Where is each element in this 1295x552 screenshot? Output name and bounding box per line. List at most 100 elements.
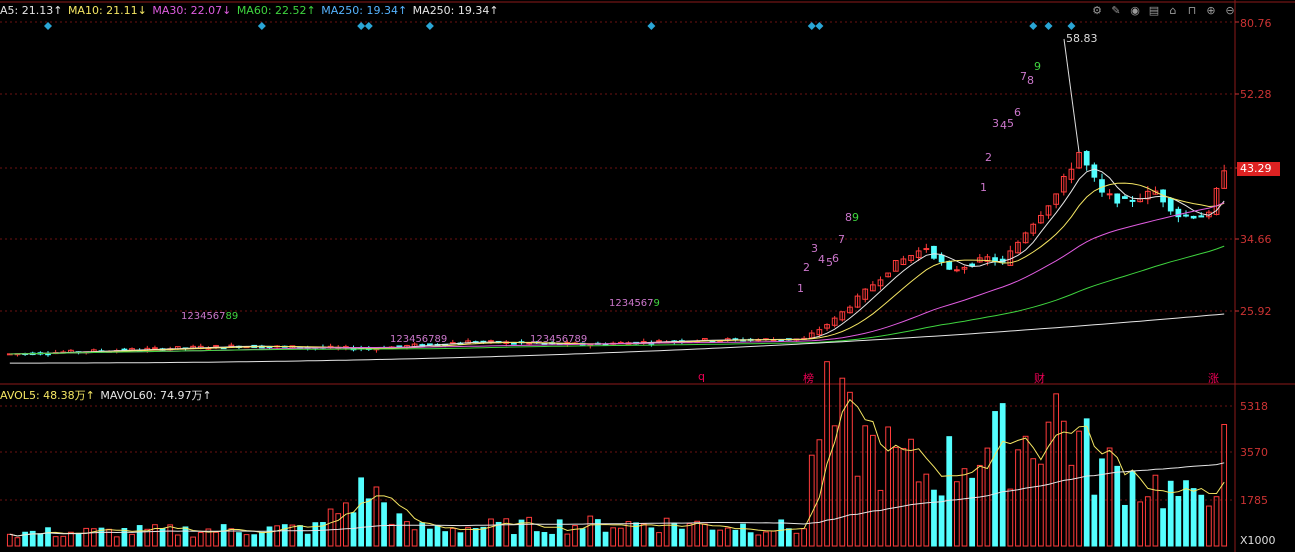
volume-bar xyxy=(1129,470,1136,547)
volume-bar xyxy=(587,515,594,547)
volume-bar xyxy=(449,527,456,547)
minus-icon[interactable]: ⊖ xyxy=(1223,4,1237,18)
volume-bar xyxy=(136,525,143,547)
volume-bar xyxy=(396,513,403,547)
candle-body xyxy=(1175,208,1182,218)
pen-icon[interactable]: ✎ xyxy=(1109,4,1123,18)
td-up2-7: 7 xyxy=(1020,70,1027,83)
volume-bar xyxy=(358,477,365,547)
signal-diamond xyxy=(1029,22,1038,30)
volume-bar xyxy=(83,527,90,547)
volume-bar xyxy=(327,508,334,547)
candle-body xyxy=(946,260,953,270)
gear-icon[interactable]: ⚙ xyxy=(1090,4,1104,18)
volume-bar xyxy=(740,523,746,547)
volume-bar xyxy=(961,468,968,547)
event-bang: 榜 xyxy=(803,372,814,385)
price-tick-1: 80.76 xyxy=(1240,17,1272,30)
volume-bar xyxy=(1076,430,1082,547)
home-icon[interactable]: ⌂ xyxy=(1166,4,1180,18)
volume-bar xyxy=(243,534,250,547)
volume-bar xyxy=(533,531,540,547)
plus-icon[interactable]: ⊕ xyxy=(1204,4,1218,18)
volume-bar xyxy=(976,464,983,547)
volume-bar xyxy=(480,526,487,547)
candle-body xyxy=(1091,164,1098,178)
candle-body xyxy=(1183,214,1189,217)
eye-icon[interactable]: ◉ xyxy=(1128,4,1142,18)
volume-bar xyxy=(365,498,372,547)
lock-icon[interactable]: ⊓ xyxy=(1185,4,1199,18)
vol-tick-3: 1785 xyxy=(1240,494,1268,507)
volume-bar xyxy=(755,534,762,547)
volume-bar xyxy=(656,532,662,547)
volume-bar xyxy=(121,528,128,547)
volume-bar xyxy=(220,524,227,547)
volume-bar xyxy=(251,534,258,547)
td-up-7: 7 xyxy=(838,233,845,246)
candle-body xyxy=(1114,193,1121,204)
ma30-line xyxy=(9,202,1225,355)
td-seq-4: 123456789 xyxy=(530,334,588,345)
chart-toolbar: ⚙ ✎ ◉ ▤ ⌂ ⊓ ⊕ ⊖ xyxy=(1090,4,1237,18)
volume-bar xyxy=(381,502,387,547)
volume-bar xyxy=(419,522,426,547)
volume-bar xyxy=(152,524,158,547)
candle-body xyxy=(954,269,960,272)
event-cai: 财 xyxy=(1034,372,1045,385)
volume-bar xyxy=(640,523,647,547)
volume-bar xyxy=(297,525,303,547)
volume-bar xyxy=(617,527,624,547)
event-zhang: 涨 xyxy=(1208,372,1219,385)
td-up2-2: 2 xyxy=(985,151,992,164)
volume-bar xyxy=(1015,449,1021,547)
price-tick-4: 25.92 xyxy=(1240,305,1272,318)
volume-bar xyxy=(236,532,242,547)
price-tick-3: 34.66 xyxy=(1240,233,1272,246)
td-up-9: 9 xyxy=(852,211,859,224)
volume-bar xyxy=(343,502,349,547)
volume-bar xyxy=(816,439,823,547)
candle-body xyxy=(1083,151,1090,166)
td-up-4: 4 xyxy=(818,253,825,266)
volume-bar xyxy=(946,436,953,547)
volume-bar xyxy=(900,447,907,547)
volume-bar xyxy=(304,533,311,547)
volume-bar xyxy=(732,529,739,547)
volume-bar xyxy=(190,536,196,547)
td-seq-3-tail: 9 xyxy=(653,298,660,309)
signal-diamond xyxy=(1067,22,1076,30)
volume-bar xyxy=(1068,464,1075,547)
volume-bar xyxy=(1099,458,1105,547)
volume-bar xyxy=(1160,508,1166,547)
candle-body xyxy=(931,245,937,259)
signal-diamond xyxy=(364,22,373,30)
ma5-line xyxy=(9,168,1225,355)
volume-unit: X1000 xyxy=(1240,534,1276,547)
volume-bar xyxy=(37,533,44,547)
td-seq-1-tail: 89 xyxy=(225,311,239,322)
stock-chart xyxy=(0,0,1295,552)
volume-bar xyxy=(1106,447,1113,547)
candle-body xyxy=(1167,197,1174,212)
vol-tick-1: 5318 xyxy=(1240,400,1268,413)
signal-diamond xyxy=(807,22,816,30)
td-up-2: 2 xyxy=(803,261,810,274)
volume-bar xyxy=(808,454,815,547)
avol5-line xyxy=(9,398,1225,537)
volume-bar xyxy=(14,537,21,547)
volume-bar xyxy=(411,529,418,547)
volume-bar xyxy=(694,520,701,547)
layers-icon[interactable]: ▤ xyxy=(1147,4,1161,18)
volume-bar xyxy=(258,531,265,547)
volume-bar xyxy=(915,481,922,547)
volume-bar xyxy=(1091,494,1098,547)
volume-bar xyxy=(434,525,441,547)
volume-bar xyxy=(793,532,800,547)
signal-diamond xyxy=(425,22,434,30)
td-up2-8: 8 xyxy=(1027,74,1034,87)
candle-body xyxy=(1099,179,1105,193)
volume-bar xyxy=(1053,393,1060,547)
volume-bar xyxy=(824,361,830,547)
td-seq-3-head: 1234567 xyxy=(609,298,654,309)
